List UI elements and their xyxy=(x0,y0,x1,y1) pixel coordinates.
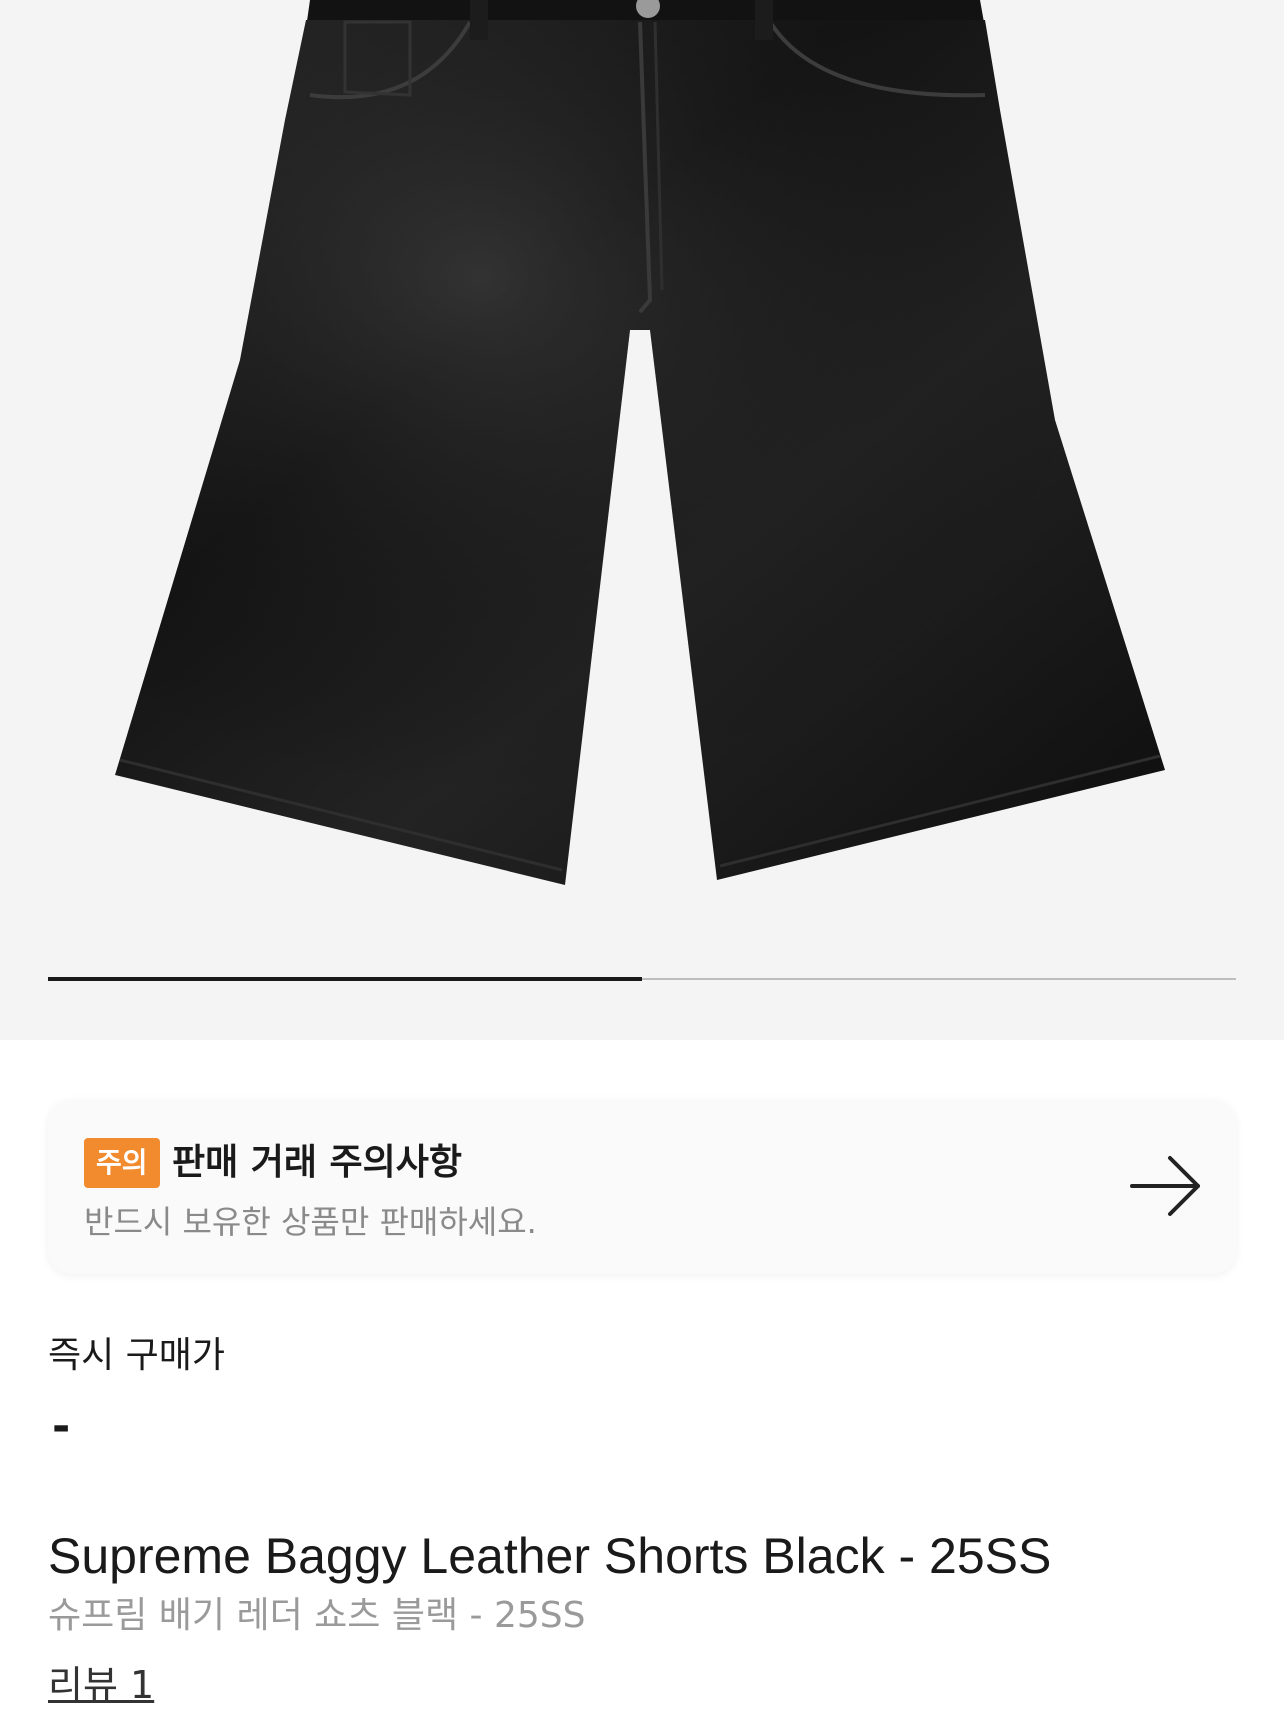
image-pager-indicator xyxy=(48,977,642,981)
product-image xyxy=(115,0,1165,885)
instant-buy-price-label: 즉시 구매가 xyxy=(48,1335,226,1376)
product-image-gallery[interactable] xyxy=(0,0,1284,1040)
notice-description: 반드시 보유한 상품만 판매하세요. xyxy=(84,1203,537,1241)
instant-buy-price-value: - xyxy=(52,1401,71,1452)
product-subtitle: 슈프림 배기 레더 쇼츠 블랙 - 25SS xyxy=(48,1595,586,1636)
image-pager-track xyxy=(48,977,1236,981)
notice-title: 판매 거래 주의사항 xyxy=(172,1142,463,1183)
review-count-link[interactable]: 리뷰 1 xyxy=(48,1660,154,1710)
caution-badge: 주의 xyxy=(84,1138,160,1188)
product-title: Supreme Baggy Leather Shorts Black - 25S… xyxy=(48,1528,1052,1584)
sales-notice-banner[interactable]: 주의 판매 거래 주의사항 반드시 보유한 상품만 판매하세요. xyxy=(48,1100,1236,1274)
arrow-right-icon[interactable] xyxy=(1126,1150,1206,1222)
